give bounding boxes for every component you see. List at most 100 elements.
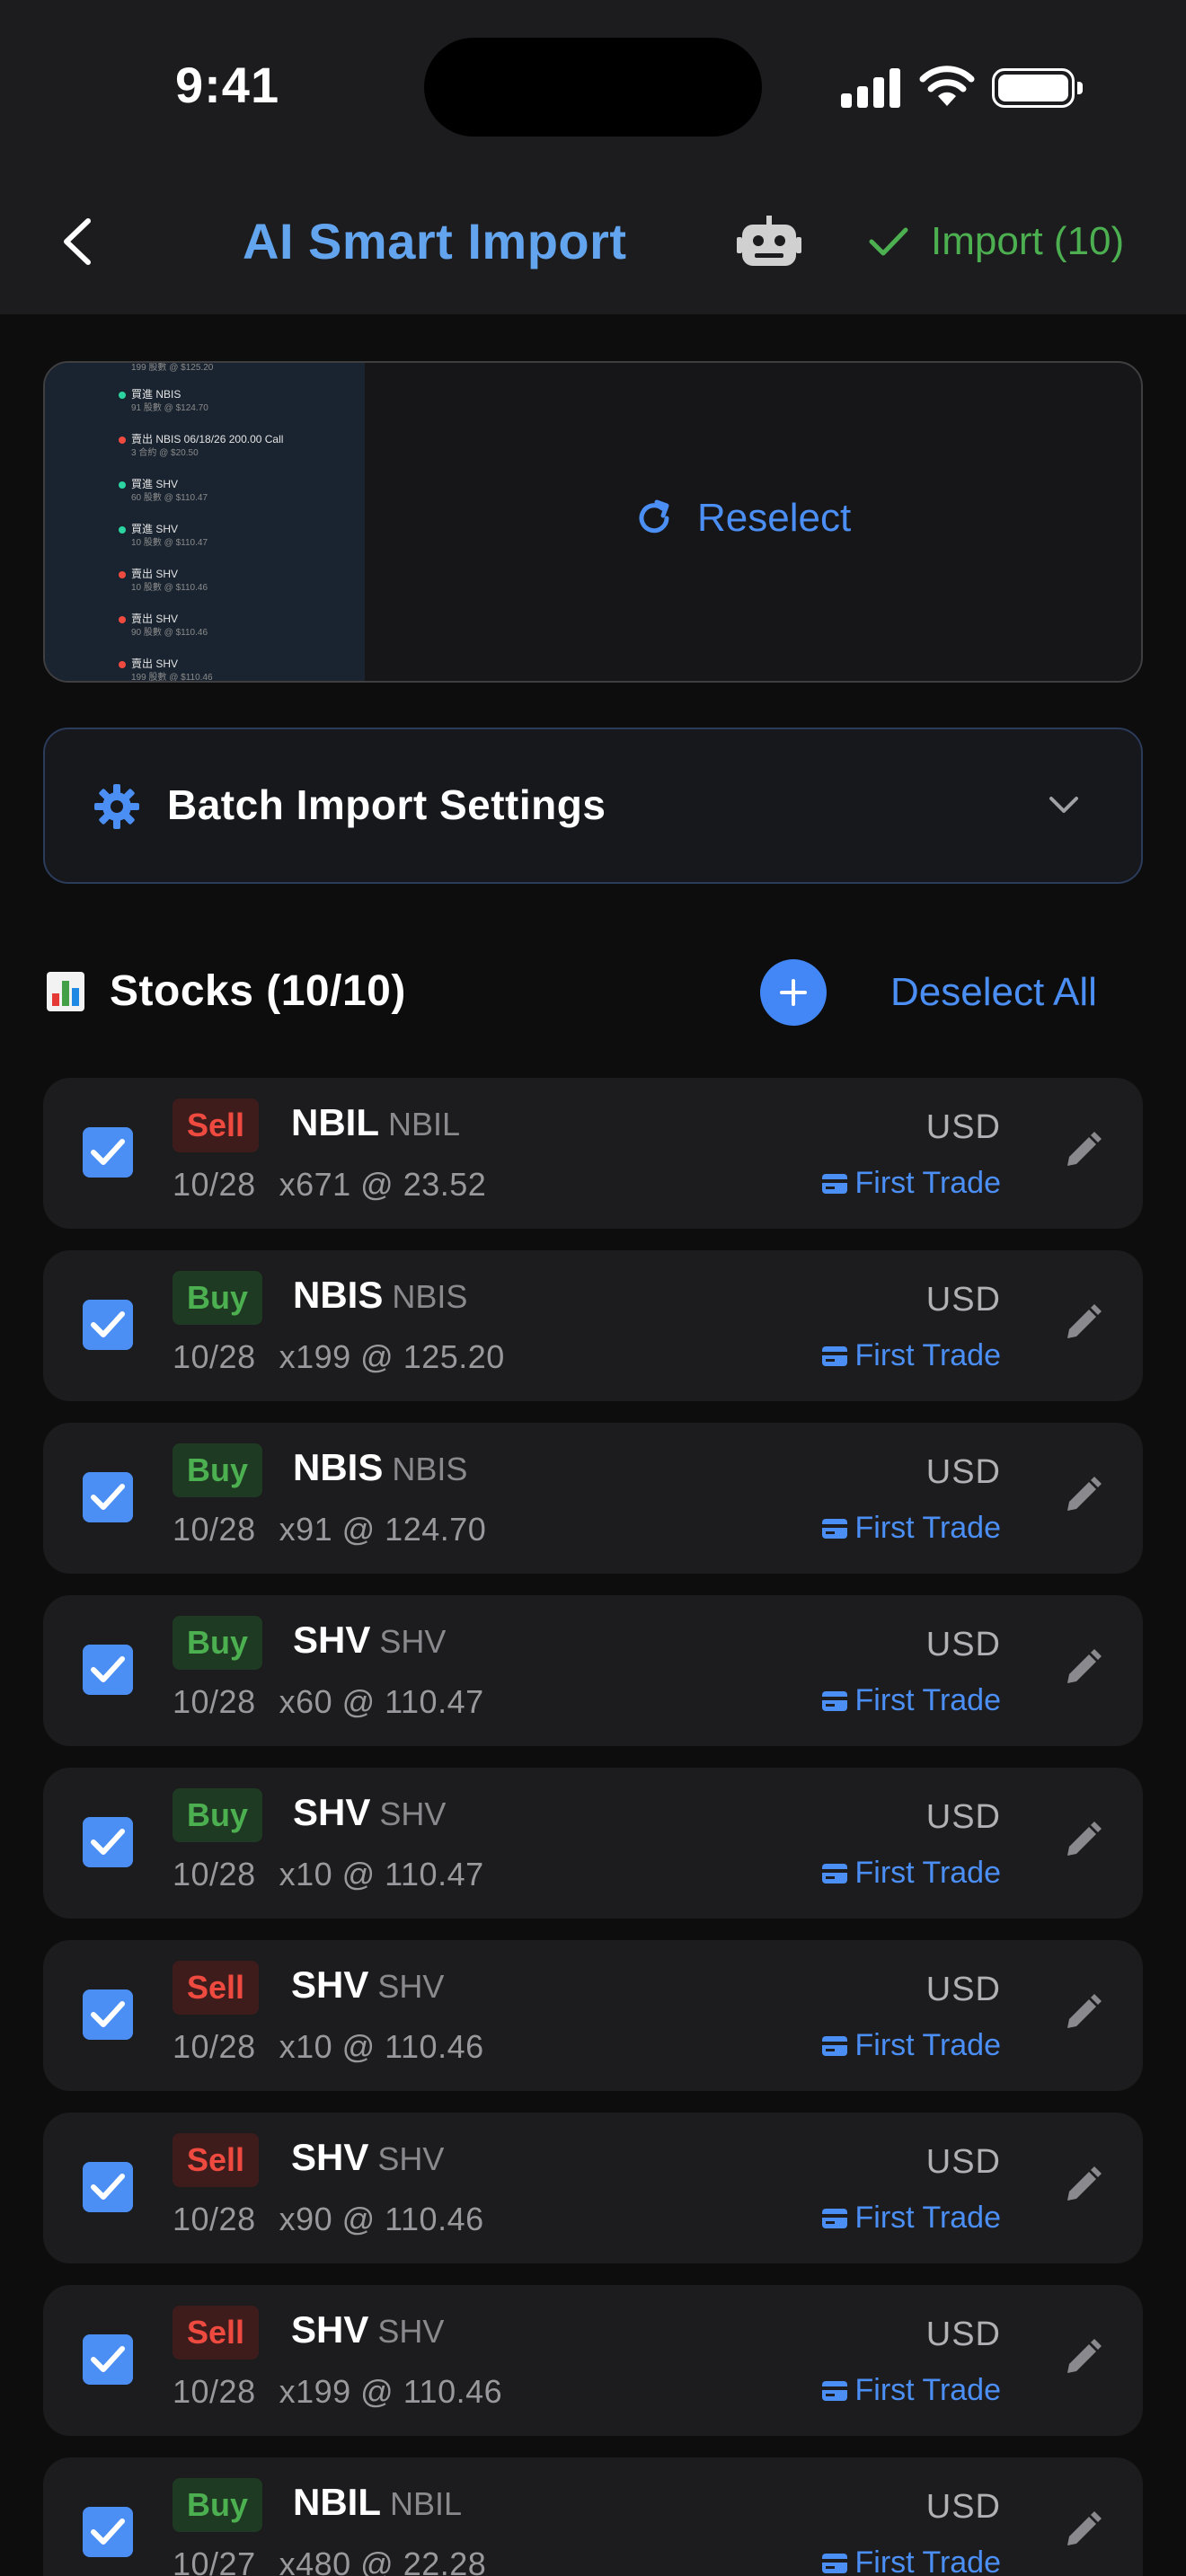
symbol-name: NBIS xyxy=(293,1274,384,1316)
edit-icon[interactable] xyxy=(1058,1128,1105,1175)
import-button[interactable]: Import (10) xyxy=(868,219,1124,264)
select-checkbox[interactable] xyxy=(83,1127,133,1178)
batch-import-settings[interactable]: Batch Import Settings xyxy=(43,728,1143,884)
edit-icon[interactable] xyxy=(1058,2163,1105,2210)
account-name: First Trade xyxy=(854,2545,1001,2576)
currency-label: USD xyxy=(925,2143,1001,2181)
thumbnail-text-row: 買進 SHV 10 股數 @ $110.47 xyxy=(131,523,208,550)
action-badge: Buy xyxy=(173,1443,263,1497)
edit-icon[interactable] xyxy=(1058,2508,1105,2554)
checkmark-icon xyxy=(91,2519,125,2545)
edit-icon[interactable] xyxy=(1058,2335,1105,2382)
edit-icon[interactable] xyxy=(1058,1473,1105,1520)
thumbnail-text-row: 買進 SHV 60 股數 @ $110.47 xyxy=(131,478,208,505)
edit-icon[interactable] xyxy=(1058,1645,1105,1692)
trade-date: 10/28 xyxy=(173,1166,256,1203)
account-selector[interactable]: First Trade xyxy=(821,1338,1001,1373)
symbol-block: SHV SHV xyxy=(291,2136,444,2179)
trade-detail: 10/28 x199 @ 110.46 xyxy=(173,2373,502,2411)
stock-item[interactable]: Buy NBIS NBIS 10/28 x199 @ 125.20 USD First Tr… xyxy=(43,1250,1143,1401)
symbol-code: NBIL xyxy=(390,2485,463,2522)
cellular-signal-icon xyxy=(841,66,902,108)
symbol-code: SHV xyxy=(377,2140,445,2177)
select-checkbox[interactable] xyxy=(83,1817,133,1867)
quantity-price: x199 @ 110.46 xyxy=(279,2373,503,2410)
symbol-name: SHV xyxy=(293,1619,371,1661)
thumbnail-row-title: 賣出 SHV xyxy=(131,657,179,670)
thumbnail-status-dot xyxy=(119,392,126,399)
action-badge: Sell xyxy=(173,2306,260,2360)
card-icon xyxy=(821,1863,847,1883)
stock-item[interactable]: Sell SHV SHV 10/28 x199 @ 110.46 USD First Tra… xyxy=(43,2285,1143,2436)
thumbnail-status-dot xyxy=(119,661,126,668)
edit-icon[interactable] xyxy=(1058,1301,1105,1347)
card-icon xyxy=(821,1345,847,1366)
dynamic-island xyxy=(424,38,762,137)
bar-chart-icon xyxy=(47,972,84,1011)
thumbnail-row-title: 賣出 NBIS 06/18/26 200.00 Call xyxy=(131,433,284,446)
currency-label: USD xyxy=(925,1798,1001,1836)
trade-detail: 10/28 x671 @ 23.52 xyxy=(173,1166,486,1204)
select-checkbox[interactable] xyxy=(83,2507,133,2557)
quantity-price: x480 @ 22.28 xyxy=(279,2545,487,2576)
edit-icon[interactable] xyxy=(1058,1818,1105,1865)
select-checkbox[interactable] xyxy=(83,1472,133,1522)
status-time: 9:41 xyxy=(175,57,280,113)
account-selector[interactable]: First Trade xyxy=(821,2373,1001,2408)
account-selector[interactable]: First Trade xyxy=(821,1166,1001,1201)
thumbnail-text-row: 賣出 NBIS 06/18/26 200.00 Call 3 合約 @ $20.5… xyxy=(131,433,283,460)
checkmark-icon xyxy=(91,2346,125,2372)
account-selector[interactable]: First Trade xyxy=(821,1683,1001,1718)
symbol-code: SHV xyxy=(379,1623,447,1660)
account-selector[interactable]: First Trade xyxy=(821,2545,1001,2576)
screenshot-preview[interactable]: 199 股數 @ $125.20 買進 NBIS 91 股數 @ $124.70 賣出… xyxy=(43,361,1143,683)
robot-icon[interactable] xyxy=(737,216,801,269)
deselect-all-button[interactable]: Deselect All xyxy=(890,970,1097,1015)
symbol-block: NBIS NBIS xyxy=(293,1446,467,1489)
symbol-code: NBIS xyxy=(392,1278,468,1315)
symbol-block: SHV SHV xyxy=(291,1963,444,2007)
symbol-name: SHV xyxy=(291,2136,369,2178)
stock-item[interactable]: Sell SHV SHV 10/28 x90 @ 110.46 USD First Trad… xyxy=(43,2113,1143,2263)
checkmark-icon xyxy=(869,227,908,256)
quantity-price: x671 @ 23.52 xyxy=(279,1166,487,1203)
thumbnail-text-row: 賣出 SHV 10 股數 @ $110.46 xyxy=(131,568,208,595)
stock-item[interactable]: Sell SHV SHV 10/28 x10 @ 110.46 USD First Trad… xyxy=(43,1940,1143,2091)
thumbnail-row-title: 買進 SHV xyxy=(131,523,179,535)
currency-label: USD xyxy=(925,1108,1001,1146)
symbol-code: SHV xyxy=(377,2313,445,2350)
select-checkbox[interactable] xyxy=(83,2162,133,2212)
trade-detail: 10/28 x90 @ 110.46 xyxy=(173,2201,484,2238)
stock-item[interactable]: Buy SHV SHV 10/28 x10 @ 110.47 USD First Trade xyxy=(43,1768,1143,1919)
page-title: AI Smart Import xyxy=(243,213,627,269)
account-selector[interactable]: First Trade xyxy=(821,2201,1001,2236)
thumbnail-row-sub: 60 股數 @ $110.47 xyxy=(131,493,208,503)
account-selector[interactable]: First Trade xyxy=(821,1511,1001,1546)
stock-item[interactable]: Buy NBIS NBIS 10/28 x91 @ 124.70 USD First Tra… xyxy=(43,1423,1143,1574)
back-button[interactable] xyxy=(52,210,106,273)
reselect-button[interactable]: Reselect xyxy=(634,496,851,541)
battery-icon xyxy=(992,68,1083,108)
quantity-price: x90 @ 110.46 xyxy=(279,2201,484,2237)
add-stock-button[interactable] xyxy=(760,959,827,1026)
currency-label: USD xyxy=(925,1453,1001,1491)
stock-item[interactable]: Sell NBIL NBIL 10/28 x671 @ 23.52 USD First Tr… xyxy=(43,1078,1143,1229)
thumbnail-status-dot xyxy=(119,616,126,623)
select-checkbox[interactable] xyxy=(83,1645,133,1695)
stock-item[interactable]: Buy SHV SHV 10/28 x60 @ 110.47 USD First Trade xyxy=(43,1595,1143,1746)
chevron-down-icon xyxy=(1049,797,1078,813)
symbol-name: SHV xyxy=(293,1791,371,1833)
action-badge: Sell xyxy=(173,2133,260,2187)
stocks-title: Stocks (10/10) xyxy=(110,967,406,1015)
currency-label: USD xyxy=(925,1626,1001,1663)
edit-icon[interactable] xyxy=(1058,1990,1105,2037)
account-selector[interactable]: First Trade xyxy=(821,1856,1001,1891)
thumbnail-status-dot xyxy=(119,526,126,534)
select-checkbox[interactable] xyxy=(83,2334,133,2385)
select-checkbox[interactable] xyxy=(83,1300,133,1350)
select-checkbox[interactable] xyxy=(83,1989,133,2040)
stocks-section-header: Stocks (10/10) Deselect All xyxy=(43,957,1143,1029)
symbol-name: SHV xyxy=(291,2308,369,2351)
stock-item[interactable]: Buy NBIL NBIL 10/27 x480 @ 22.28 USD First Tra… xyxy=(43,2457,1143,2576)
account-selector[interactable]: First Trade xyxy=(821,2028,1001,2063)
